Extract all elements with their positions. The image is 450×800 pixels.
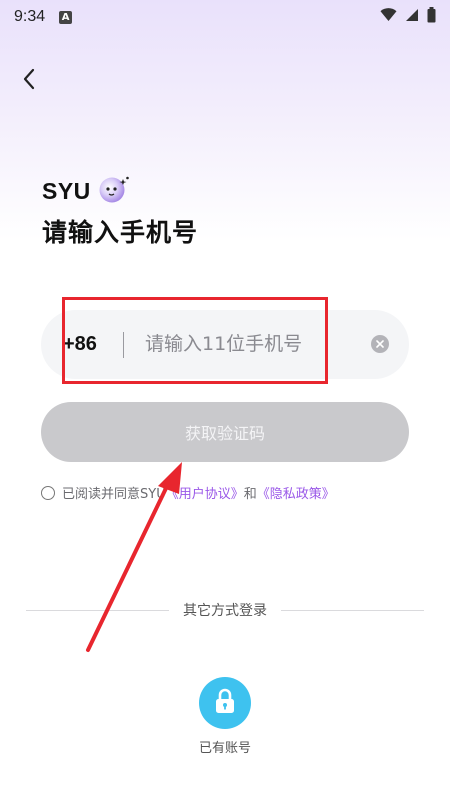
agreement-row: 已阅读并同意SYU 《用户协议》 和 《隐私政策》 <box>41 483 335 502</box>
agreement-checkbox[interactable] <box>41 485 55 500</box>
status-icons <box>380 7 436 27</box>
annotation-highlight-box <box>62 297 328 384</box>
page-title: 请输入手机号 <box>42 218 199 247</box>
brand-name: SYU <box>42 177 91 204</box>
status-time: 9:34 <box>14 8 46 25</box>
user-agreement-link[interactable]: 《用户协议》 <box>166 483 244 502</box>
existing-account-label: 已有账号 <box>198 741 251 756</box>
agreement-prefix: 已阅读并同意SYU <box>62 487 166 502</box>
status-bar: 9:34 A <box>0 0 450 34</box>
notification-a-icon: A <box>59 10 73 24</box>
privacy-policy-link[interactable]: 《隐私政策》 <box>257 483 335 502</box>
brand: SYU <box>42 174 131 208</box>
divider-line-right <box>281 609 424 611</box>
chevron-left-icon <box>22 68 36 94</box>
agreement-and: 和 <box>243 487 257 502</box>
signal-icon <box>405 8 419 26</box>
existing-account-button[interactable] <box>199 677 251 729</box>
battery-icon <box>427 7 436 27</box>
lock-icon <box>214 688 236 718</box>
mascot-icon <box>97 174 131 208</box>
clear-icon[interactable] <box>371 335 389 353</box>
wifi-icon <box>380 8 397 26</box>
get-code-button[interactable]: 获取验证码 <box>41 402 409 462</box>
back-button[interactable] <box>14 66 44 96</box>
other-login-divider: 其它方式登录 <box>26 600 424 620</box>
divider-line-left <box>26 609 169 611</box>
other-login-text: 其它方式登录 <box>183 603 267 619</box>
